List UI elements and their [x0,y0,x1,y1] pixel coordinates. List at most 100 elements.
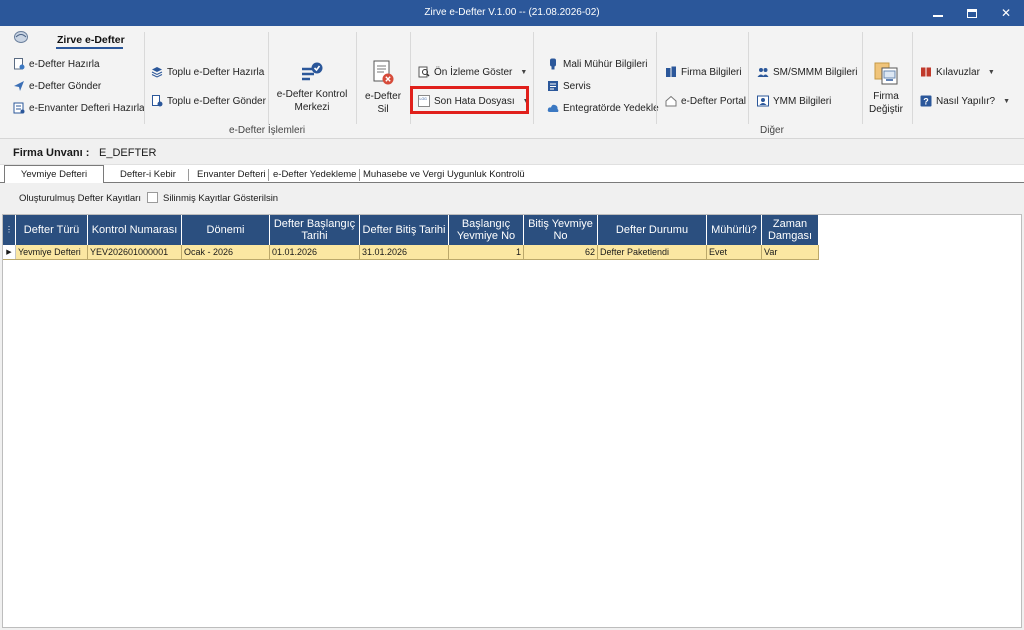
app-logo-icon[interactable] [13,30,29,44]
filter-row: Oluşturulmuş Defter Kayıtları Silinmiş K… [0,183,1024,213]
send-icon [14,81,24,91]
cell-bitis-tarihi[interactable]: 31.01.2026 [359,245,449,260]
ymm-bilgileri-button[interactable]: YMM Bilgileri [757,95,831,107]
chevron-down-icon: ▼ [1003,97,1011,105]
tab-separator [359,169,361,181]
tab-edefter-yedekleme[interactable]: e-Defter Yedekleme [273,167,361,184]
edefter-hazirla-button[interactable]: e-Defter Hazırla [13,58,100,70]
tab-envanter-defteri[interactable]: Envanter Defteri [197,167,269,184]
close-icon: ✕ [1000,6,1012,20]
minimize-icon [933,15,943,17]
column-header[interactable]: Zaman Damgası [761,215,819,245]
ymm-bilgileri-label: YMM Bilgileri [773,95,832,107]
tab-label: e-Defter Yedekleme [273,169,357,180]
nasil-yapilir-button[interactable]: ? Nasıl Yapılır? ▼ [920,95,1010,107]
tab-label: Muhasebe ve Vergi Uygunluk Kontrolü [363,169,525,180]
defter-table: ⋮ Defter Türü Kontrol Numarası Dönemi De… [3,215,819,260]
smmm-bilgileri-button[interactable]: SM/SMMM Bilgileri [757,66,857,78]
cell-defter-durumu[interactable]: Defter Paketlendi [597,245,707,260]
cell-bitis-yevmiye[interactable]: 62 [523,245,598,260]
entegrator-yedekle-button[interactable]: Entegratörde Yedekle [547,102,659,114]
cell-muhurlu[interactable]: Evet [706,245,762,260]
table-row[interactable]: ▶ Yevmiye Defteri YEV202601000001 Ocak -… [3,245,819,260]
column-header[interactable]: Defter Türü [15,215,88,245]
cell-baslangic-tarihi[interactable]: 01.01.2026 [269,245,360,260]
column-header[interactable]: Defter Durumu [597,215,707,245]
inventory-icon [13,102,25,114]
document-add-icon [14,58,25,70]
checklist-icon [302,62,323,81]
row-indicator-icon: ▶ [3,245,16,260]
ribbon-separator [268,32,269,124]
highlight-box [410,86,529,114]
smmm-bilgileri-label: SM/SMMM Bilgileri [773,66,858,78]
firma-degistir-button[interactable]: Firma Değiştir [864,60,908,116]
firma-degistir-label-2: Değiştir [869,104,903,115]
silinmis-kayitlar-label[interactable]: Silinmiş Kayıtlar Gösterilsin [163,193,278,204]
mali-muhur-label: Mali Mühür Bilgileri [563,58,648,70]
column-header[interactable]: Başlangıç Yevmiye No [448,215,524,245]
column-header[interactable]: Defter Başlangıç Tarihi [269,215,360,245]
cell-donemi[interactable]: Ocak - 2026 [181,245,270,260]
ribbon-tab-zirve[interactable]: Zirve e-Defter [57,34,125,46]
column-header[interactable]: Bitiş Yevmiye No [523,215,598,245]
kontrol-merkezi-button[interactable]: e-Defter Kontrol Merkezi [272,60,352,114]
tab-separator [267,169,269,181]
column-header[interactable]: Defter Bitiş Tarihi [359,215,449,245]
eenvanter-hazirla-button[interactable]: e-Envanter Defteri Hazırla [13,102,145,114]
building-icon [666,66,676,77]
document-send-icon [152,95,163,107]
data-grid: ⋮ Defter Türü Kontrol Numarası Dönemi De… [2,214,1022,628]
cell-kontrol-no[interactable]: YEV202601000001 [87,245,182,260]
group-label-edefter-islemleri: e-Defter İşlemleri [229,125,306,136]
ribbon-separator [862,32,863,124]
toplu-gonder-button[interactable]: Toplu e-Defter Gönder [151,95,266,107]
ribbon-separator [533,32,534,124]
edefter-sil-button[interactable]: e-Defter Sil [360,60,406,116]
servis-button[interactable]: Servis [547,80,591,92]
column-header[interactable]: Dönemi [181,215,270,245]
edefter-portal-button[interactable]: e-Defter Portal [665,95,746,107]
ribbon-separator [144,32,145,124]
change-company-icon [874,62,898,85]
entegrator-yedekle-label: Entegratörde Yedekle [563,102,659,114]
cell-baslangic-yevmiye[interactable]: 1 [448,245,524,260]
stack-icon [151,67,163,78]
ribbon-separator [656,32,657,124]
ribbon-tab-underline [56,47,123,49]
svg-text:?: ? [923,97,929,107]
minimize-button[interactable] [921,0,955,26]
ribbon-separator [356,32,357,124]
kilavuzlar-button[interactable]: Kılavuzlar ▼ [920,66,995,78]
mali-muhur-button[interactable]: Mali Mühür Bilgileri [547,58,647,70]
firma-bar: Firma Unvanı : E_DEFTER [0,139,1024,165]
firma-bilgileri-label: Firma Bilgileri [681,66,742,78]
chevron-down-icon: ▼ [520,68,528,76]
maximize-button[interactable] [955,0,989,26]
ribbon-separator [912,32,913,124]
close-button[interactable]: ✕ [989,0,1023,26]
row-indicator-header[interactable]: ⋮ [3,215,16,245]
maximize-icon [967,8,977,18]
column-header[interactable]: Mühürlü? [706,215,762,245]
toplu-hazirla-button[interactable]: Toplu e-Defter Hazırla [151,66,264,78]
group-label-diger: Diğer [760,125,784,136]
silinmis-kayitlar-checkbox[interactable] [147,192,158,203]
seal-icon [550,58,556,70]
firma-bilgileri-button[interactable]: Firma Bilgileri [665,66,742,78]
column-header[interactable]: Kontrol Numarası [87,215,182,245]
tab-strip: Yevmiye Defteri Defter-i Kebir Envanter … [0,165,1024,184]
onizleme-goster-button[interactable]: Ön İzleme Göster ▼ [418,66,527,78]
firma-degistir-label-1: Firma [873,91,899,102]
edefter-portal-label: e-Defter Portal [681,95,747,107]
edefter-gonder-button[interactable]: e-Defter Gönder [13,80,101,92]
tab-muhasebe-vergi-kontrol[interactable]: Muhasebe ve Vergi Uygunluk Kontrolü [363,167,525,184]
tab-defteri-kebir[interactable]: Defter-i Kebir [120,167,189,184]
document-delete-icon [373,60,394,85]
firma-unvani-value: E_DEFTER [99,147,157,159]
kontrol-merkezi-label-2: Merkezi [294,102,330,113]
cell-defter-turu[interactable]: Yevmiye Defteri [15,245,88,260]
cell-zaman-damgasi[interactable]: Var [761,245,819,260]
nasil-yapilir-label: Nasıl Yapılır? [936,95,996,107]
tab-yevmiye-defteri[interactable]: Yevmiye Defteri [4,165,104,184]
